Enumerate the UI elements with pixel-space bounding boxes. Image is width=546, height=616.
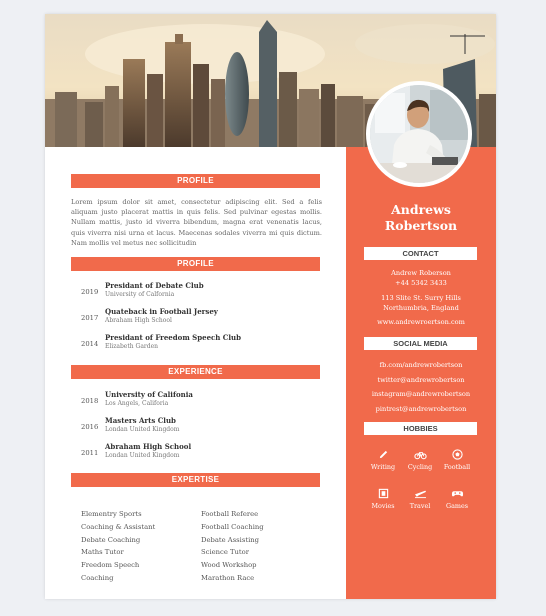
hobby-label: Writing <box>370 463 396 471</box>
list-item: Football Referee <box>201 510 259 518</box>
list-item: Wood Workshop <box>201 561 257 570</box>
person-name: Andrews Robertson <box>346 202 496 234</box>
item-subtitle: University of Calfornia <box>105 291 175 298</box>
expertise-column: Elementry Sports Coaching & Assistant De… <box>81 510 201 587</box>
contact-name: Andrew Roberson <box>391 269 451 277</box>
contact-details: Andrew Roberson +44 5342 3433 113 Slite … <box>346 268 496 327</box>
hobby-label: Football <box>443 463 471 471</box>
social-facebook-link[interactable]: fb.com/andrewrobertson <box>346 358 496 373</box>
social-twitter-link[interactable]: twitter@andrewrobertson <box>346 373 496 388</box>
item-subtitle: Los Angels, Califoria <box>105 400 169 407</box>
social-media-list: fb.com/andrewrobertson twitter@andrewrob… <box>346 358 496 416</box>
hobby-label: Travel <box>409 502 431 510</box>
list-item: Coaching <box>81 573 114 582</box>
item-subtitle: Elizabeth Garden <box>105 343 159 350</box>
list-item: Debate Assisting <box>201 535 259 544</box>
item-year: 2019 <box>81 288 99 296</box>
contact-address-line1: 113 Slite St. Surry Hills <box>381 293 461 302</box>
hobby-label: Movies <box>371 502 395 510</box>
item-title: Masters Arts Club <box>105 416 176 425</box>
hobby-writing: Writing <box>363 449 403 471</box>
item-year: 2016 <box>81 423 99 431</box>
list-item: 2014 Presidant of Freedom Speech Club El… <box>81 333 321 355</box>
resume-page: PROFILE Lorem ipsum dolor sit amet, cons… <box>45 14 496 599</box>
contact-phone: +44 5342 3433 <box>395 279 447 288</box>
list-item: Elementry Sports <box>81 510 142 518</box>
item-title: Presidant of Debate Club <box>105 281 204 290</box>
contact-address-line2: Northumbria, England <box>383 303 459 312</box>
contact-website[interactable]: www.andrewroertson.com <box>346 317 496 327</box>
profile-photo <box>366 81 472 187</box>
list-item: Coaching & Assistant <box>81 522 156 531</box>
football-icon <box>451 449 463 460</box>
contact-section-header: CONTACT <box>364 247 477 260</box>
hobby-label: Cycling <box>407 463 433 471</box>
list-item: Marathon Race <box>201 573 255 582</box>
pencil-icon <box>379 450 387 459</box>
profile-summary: Lorem ipsum dolor sit amet, consectetur … <box>71 198 322 247</box>
last-name: Robertson <box>384 218 458 233</box>
social-pinterest-link[interactable]: pintrest@andrewrobertson <box>346 402 496 417</box>
social-media-section-header: SOCIAL MEDIA <box>364 337 477 350</box>
item-subtitle: Londan United Kingdom <box>105 426 180 433</box>
experience-section-header: EXPERIENCE <box>71 365 320 379</box>
list-item: 2017 Quateback in Football Jersey Abraha… <box>81 307 321 329</box>
first-name: Andrews <box>391 202 451 217</box>
item-year: 2018 <box>81 397 99 405</box>
achievements-section-header: PROFILE <box>71 257 320 271</box>
profile-section-header: PROFILE <box>71 174 320 188</box>
bicycle-icon <box>413 452 427 460</box>
item-title: Quateback in Football Jersey <box>105 307 218 316</box>
list-item: Debate Coaching <box>81 535 141 544</box>
hobby-label: Games <box>445 502 469 510</box>
list-item: 2018 University of Califonia Los Angels,… <box>81 390 321 412</box>
list-item: 2016 Masters Arts Club Londan United Kin… <box>81 416 321 438</box>
item-title: University of Califonia <box>105 390 193 399</box>
item-title: Presidant of Freedom Speech Club <box>105 333 242 342</box>
airplane-icon <box>414 490 426 499</box>
item-subtitle: Londan United Kingdom <box>105 452 180 459</box>
item-year: 2011 <box>81 449 99 457</box>
hobby-movies: Movies <box>363 488 403 510</box>
item-subtitle: Abraham High School <box>105 317 172 324</box>
hobby-football: Football <box>437 449 477 471</box>
social-instagram-link[interactable]: instagram@andrewrobertson <box>346 387 496 402</box>
list-item: Freedom Speech <box>81 561 140 570</box>
item-year: 2017 <box>81 314 99 322</box>
list-item: Science Tutor <box>201 548 250 557</box>
hobby-travel: Travel <box>400 488 440 510</box>
list-item: Football Coaching <box>201 522 264 531</box>
hobby-games: Games <box>437 488 477 510</box>
list-item: 2019 Presidant of Debate Club University… <box>81 281 321 303</box>
expertise-column: Football Referee Football Coaching Debat… <box>201 510 321 587</box>
list-item: 2011 Abraham High School Londan United K… <box>81 442 321 464</box>
gamepad-icon <box>451 491 463 497</box>
film-icon <box>378 488 388 499</box>
item-title: Abraham High School <box>105 442 192 451</box>
list-item: Maths Tutor <box>81 548 124 557</box>
expertise-section-header: EXPERTISE <box>71 473 320 487</box>
hobbies-section-header: HOBBIES <box>364 422 477 435</box>
hobby-cycling: Cycling <box>400 449 440 471</box>
item-year: 2014 <box>81 340 99 348</box>
